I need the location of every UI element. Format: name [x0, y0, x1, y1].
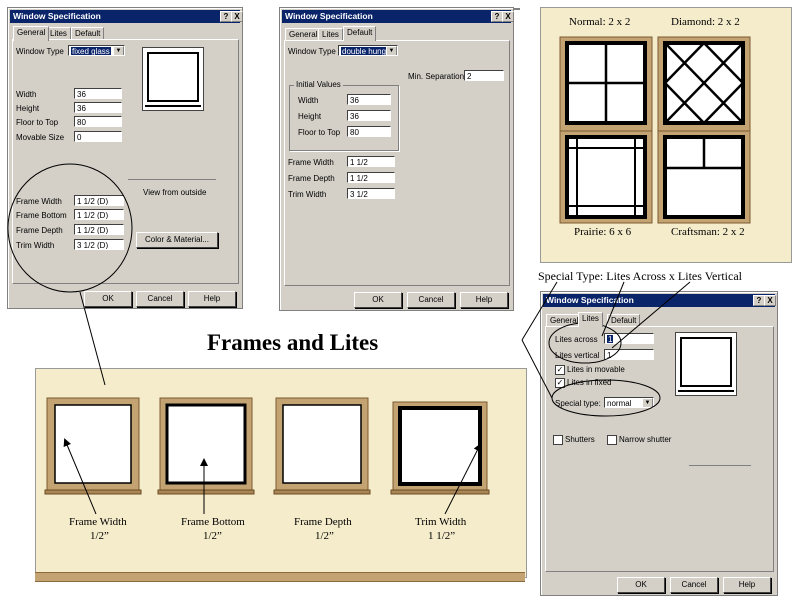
tab-default[interactable]: Default [343, 26, 377, 41]
frame-width-example-window [44, 397, 142, 495]
frame-bottom-example-window [157, 397, 255, 495]
special-type-highlight [551, 379, 661, 417]
lites-count-highlight [548, 322, 622, 364]
frame-fields-pointer [79, 291, 106, 386]
tab-lites[interactable]: Lites [578, 312, 603, 327]
caption-pointer-3 [601, 281, 625, 337]
annotation-overlay [7, 8, 691, 515]
frame-depth-example-window [273, 397, 371, 495]
caption-pointer-2 [521, 339, 553, 399]
trim-width-example-window [390, 401, 490, 495]
caption-pointer-4 [611, 281, 691, 349]
frame-fields-highlight [7, 163, 133, 293]
tab-general[interactable]: General [13, 26, 50, 41]
caption-pointer-1 [521, 281, 558, 341]
